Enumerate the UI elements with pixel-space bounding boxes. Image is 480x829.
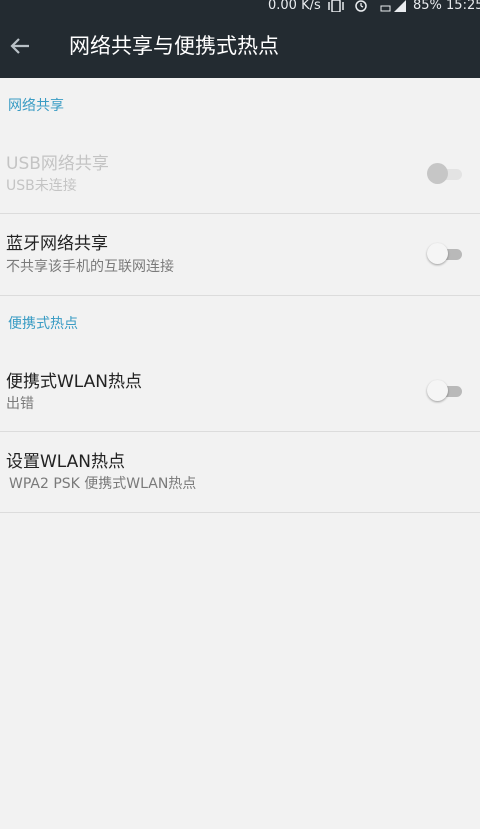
bluetooth-tethering-title: 蓝牙网络共享 (6, 234, 108, 254)
status-bar: 0.00 K/s 85% 15:25 (0, 0, 480, 16)
section-header-tethering: 网络共享 (8, 98, 64, 114)
toolbar: 网络共享与便携式热点 (0, 16, 480, 78)
setup-wlan-hotspot-summary: WPA2 PSK 便携式WLAN热点 (9, 476, 197, 492)
usb-tethering-row[interactable]: USB网络共享 USB未连接 (0, 134, 480, 214)
wlan-hotspot-switch[interactable] (426, 379, 464, 403)
setup-wlan-hotspot-row[interactable]: 设置WLAN热点 WPA2 PSK 便携式WLAN热点 (0, 432, 480, 513)
back-button[interactable] (4, 30, 36, 62)
signal-icon (380, 0, 406, 12)
alarm-icon (355, 0, 367, 12)
usb-tethering-summary: USB未连接 (6, 178, 77, 194)
switch-thumb (427, 163, 448, 184)
usb-tethering-title: USB网络共享 (6, 154, 109, 174)
battery-time-text: 85% 15:25 (413, 0, 480, 13)
arrow-left-icon (10, 38, 29, 54)
wlan-hotspot-summary: 出错 (6, 396, 34, 412)
vibrate-icon (328, 0, 344, 12)
bluetooth-tethering-switch[interactable] (426, 242, 464, 266)
wlan-hotspot-row[interactable]: 便携式WLAN热点 出错 (0, 352, 480, 432)
switch-thumb (427, 380, 448, 401)
switch-thumb (427, 243, 448, 264)
usb-tethering-switch[interactable] (426, 162, 464, 186)
setup-wlan-hotspot-title: 设置WLAN热点 (6, 452, 126, 472)
page-title: 网络共享与便携式热点 (69, 34, 279, 58)
network-speed-text: 0.00 K/s (268, 0, 321, 13)
wlan-hotspot-title: 便携式WLAN热点 (6, 372, 143, 392)
section-header-hotspot: 便携式热点 (8, 316, 78, 332)
bluetooth-tethering-summary: 不共享该手机的互联网连接 (6, 259, 174, 275)
bluetooth-tethering-row[interactable]: 蓝牙网络共享 不共享该手机的互联网连接 (0, 214, 480, 296)
